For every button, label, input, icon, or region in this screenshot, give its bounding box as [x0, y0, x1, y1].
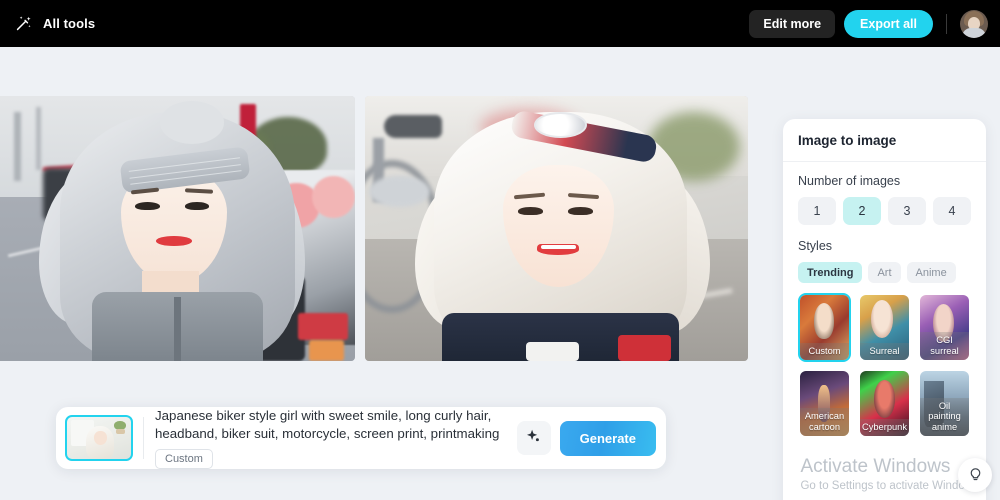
avatar-body	[962, 27, 986, 38]
panel-footer: Advanced settings Word prompt weight	[783, 491, 986, 500]
edit-more-button[interactable]: Edit more	[749, 9, 836, 38]
lightbulb-icon	[967, 465, 984, 485]
prompt-content: Japanese biker style girl with sweet smi…	[155, 407, 517, 470]
header-right-group: Edit more Export all	[749, 9, 988, 38]
style-tab-trending[interactable]: Trending	[798, 262, 863, 283]
canvas-area: Japanese biker style girl with sweet smi…	[0, 47, 1000, 500]
result-image-1[interactable]	[0, 96, 355, 361]
header-divider	[946, 13, 947, 34]
style-card-cyberpunk[interactable]: Cyberpunk	[858, 369, 911, 438]
source-image-thumbnail[interactable]	[65, 415, 133, 461]
image-to-image-panel: Image to image Number of images 1 2 3 4 …	[783, 119, 986, 500]
number-option-2[interactable]: 2	[843, 197, 881, 225]
panel-body: Number of images 1 2 3 4 Styles Trending…	[783, 162, 986, 438]
number-option-3[interactable]: 3	[888, 197, 926, 225]
style-tab-anime[interactable]: Anime	[906, 262, 956, 283]
style-card-label: CGI surreal	[920, 332, 969, 360]
number-option-4[interactable]: 4	[933, 197, 971, 225]
top-header: All tools Edit more Export all	[0, 0, 1000, 47]
styles-label: Styles	[798, 239, 833, 253]
magic-wand-icon	[14, 14, 33, 33]
prompt-text[interactable]: Japanese biker style girl with sweet smi…	[155, 407, 515, 444]
style-card-american-cartoon[interactable]: American cartoon	[798, 369, 851, 438]
number-of-images-group: 1 2 3 4	[798, 197, 971, 225]
help-button[interactable]	[958, 458, 992, 492]
advanced-settings-row[interactable]: Advanced settings	[798, 491, 971, 500]
results-row	[0, 96, 748, 361]
result-image-2[interactable]	[365, 96, 748, 361]
number-of-images-label: Number of images	[798, 174, 901, 188]
export-all-button[interactable]: Export all	[844, 9, 933, 38]
number-option-1[interactable]: 1	[798, 197, 836, 225]
style-card-label: Oil painting anime	[920, 397, 969, 436]
style-card-oil-painting-anime[interactable]: Oil painting anime	[918, 369, 971, 438]
generate-button[interactable]: Generate	[559, 420, 656, 456]
enhance-prompt-button[interactable]	[516, 421, 551, 455]
prompt-divider	[143, 417, 144, 459]
style-card-label: Surreal	[860, 342, 909, 360]
prompt-actions: Generate	[516, 420, 656, 456]
prompt-bar: Japanese biker style girl with sweet smi…	[56, 407, 666, 470]
sparkle-icon	[525, 428, 542, 448]
style-card-custom[interactable]: Custom	[798, 293, 851, 362]
all-tools-label: All tools	[43, 16, 96, 31]
style-card-cgi-surreal[interactable]: CGI surreal	[918, 293, 971, 362]
style-card-label: Cyberpunk	[860, 418, 909, 436]
style-card-surreal[interactable]: Surreal	[858, 293, 911, 362]
app-root: All tools Edit more Export all Japanese …	[0, 0, 1000, 500]
style-grid: Custom Surreal CGI surreal American cart…	[798, 293, 971, 438]
prompt-style-tag[interactable]: Custom	[155, 449, 213, 470]
result-image-1-art	[0, 96, 355, 361]
style-tabs: Trending Art Anime	[798, 262, 971, 283]
header-left-group[interactable]: All tools	[14, 14, 95, 33]
style-card-label: American cartoon	[800, 408, 849, 436]
avatar[interactable]	[960, 9, 988, 38]
result-image-2-art	[365, 96, 748, 361]
style-card-label: Custom	[800, 342, 849, 360]
style-tab-art[interactable]: Art	[868, 262, 901, 283]
panel-title: Image to image	[783, 119, 986, 162]
